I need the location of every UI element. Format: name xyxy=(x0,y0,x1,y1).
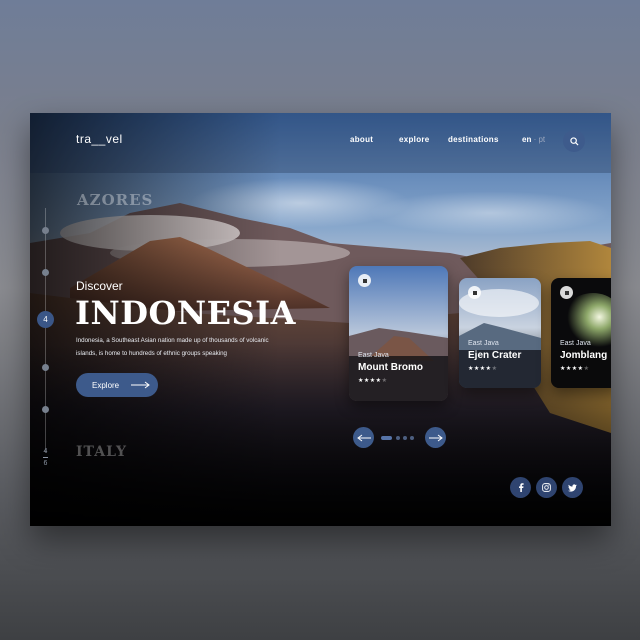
card-title: Ejen Crater xyxy=(468,350,522,361)
explore-button[interactable]: Explore xyxy=(76,373,158,397)
twitter-icon xyxy=(568,483,577,492)
card-region: East Java xyxy=(560,340,591,347)
star-filled-icon: ★ xyxy=(577,366,584,372)
prev-destination-label[interactable]: AZORES xyxy=(77,191,153,209)
arrow-right-icon xyxy=(131,381,150,389)
slide-dot[interactable] xyxy=(42,364,49,371)
card-pager xyxy=(353,427,448,449)
star-empty-icon: ★ xyxy=(583,366,590,372)
hero-description: Indonesia, a Southeast Asian nation made… xyxy=(76,337,269,357)
location-pin-icon xyxy=(358,274,371,287)
slide-dot[interactable] xyxy=(42,406,49,413)
card-rating-stars: ★★★★★ xyxy=(468,365,497,372)
facebook-button[interactable] xyxy=(510,477,531,498)
location-pin-icon xyxy=(560,286,573,299)
destination-card-jomblang[interactable]: East Java Jomblang ★★★★★ xyxy=(551,278,611,388)
explore-button-label: Explore xyxy=(92,380,120,390)
slide-indicator-active[interactable]: 4 xyxy=(37,311,54,328)
card-title: Mount Bromo xyxy=(358,362,423,373)
lang-pt[interactable]: pt xyxy=(538,135,545,144)
nav-about[interactable]: about xyxy=(350,135,373,144)
pager-dot-active[interactable] xyxy=(381,436,392,440)
hero-eyebrow: Discover xyxy=(76,279,123,293)
search-button[interactable] xyxy=(563,130,585,152)
site-logo[interactable]: tra__vel xyxy=(76,132,123,146)
star-filled-icon: ★ xyxy=(375,378,382,384)
lang-en[interactable]: en xyxy=(522,135,531,144)
next-destination-label[interactable]: ITALY xyxy=(76,444,127,460)
star-empty-icon: ★ xyxy=(381,378,388,384)
instagram-button[interactable] xyxy=(536,477,557,498)
pager-dot[interactable] xyxy=(403,436,407,440)
next-card-button[interactable] xyxy=(425,427,446,448)
slide-dot[interactable] xyxy=(42,227,49,234)
slide-counter-divider xyxy=(43,457,48,458)
nav-explore[interactable]: explore xyxy=(399,135,430,144)
twitter-button[interactable] xyxy=(562,477,583,498)
card-rating-stars: ★★★★★ xyxy=(560,365,589,372)
pager-dot[interactable] xyxy=(396,436,400,440)
star-filled-icon: ★ xyxy=(485,366,492,372)
prev-card-button[interactable] xyxy=(353,427,374,448)
lang-separator: · xyxy=(533,135,537,144)
pager-dot[interactable] xyxy=(410,436,414,440)
browser-frame: tra__vel about explore destinations en ·… xyxy=(30,113,611,526)
arrow-left-icon xyxy=(356,434,371,441)
star-empty-icon: ★ xyxy=(491,366,498,372)
hero-title: INDONESIA xyxy=(75,294,296,332)
slide-counter: 4 6 xyxy=(42,448,49,467)
search-icon xyxy=(569,136,579,146)
location-pin-icon xyxy=(468,286,481,299)
card-region: East Java xyxy=(468,340,499,347)
slide-counter-current: 4 xyxy=(43,448,48,455)
arrow-right-icon xyxy=(428,434,443,441)
destination-card-ejen-crater[interactable]: East Java Ejen Crater ★★★★★ xyxy=(459,278,541,388)
facebook-icon xyxy=(518,483,524,492)
card-rating-stars: ★★★★★ xyxy=(358,377,387,384)
language-switcher[interactable]: en · pt xyxy=(522,135,545,144)
instagram-icon xyxy=(542,483,551,492)
slide-progress-track xyxy=(45,208,46,453)
card-region: East Java xyxy=(358,352,389,359)
destination-card-mount-bromo[interactable]: East Java Mount Bromo ★★★★★ xyxy=(349,266,448,401)
nav-destinations[interactable]: destinations xyxy=(448,135,499,144)
slide-dot[interactable] xyxy=(42,269,49,276)
slide-counter-total: 6 xyxy=(43,460,48,467)
card-title: Jomblang xyxy=(560,350,608,361)
